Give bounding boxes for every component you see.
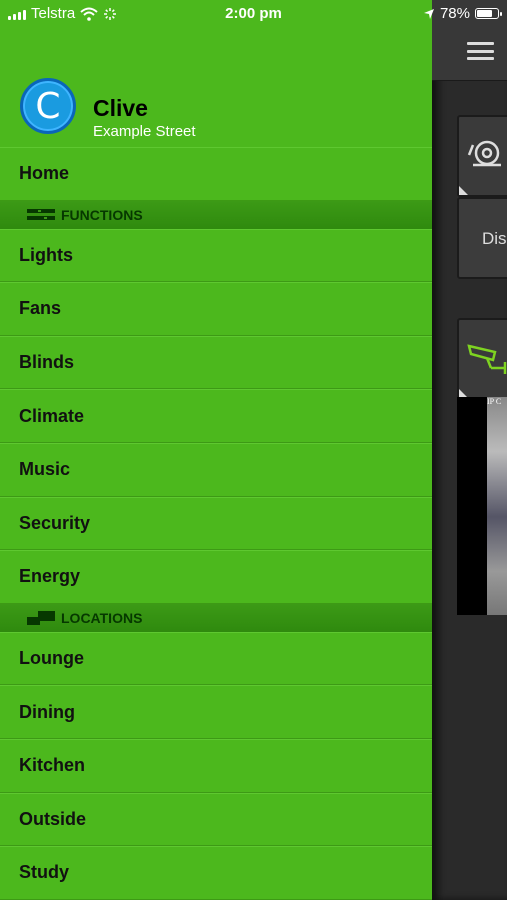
menu-item-dining[interactable]: Dining — [0, 685, 432, 739]
alarm-tile[interactable] — [457, 115, 507, 197]
menu-item-study[interactable]: Study — [0, 846, 432, 900]
camera-caption: IP C — [487, 397, 502, 406]
location-arrow-icon — [423, 8, 434, 19]
navigation-drawer: C Clive Example Street Home FUNCTIONS Li… — [0, 0, 432, 900]
battery-fill — [477, 10, 492, 17]
camera-image — [487, 397, 507, 615]
menu-item-home[interactable]: Home — [0, 147, 432, 201]
locations-icon — [26, 610, 56, 626]
menu-item-climate[interactable]: Climate — [0, 389, 432, 443]
menu-item-kitchen[interactable]: Kitchen — [0, 738, 432, 793]
main-panel: Dis IP C — [432, 0, 507, 900]
menu-item-fans[interactable]: Fans — [0, 282, 432, 336]
hamburger-menu-icon[interactable] — [467, 42, 494, 60]
menu-list: Home FUNCTIONS Lights Fans Blinds Climat… — [0, 147, 432, 900]
profile-name: Clive — [93, 95, 148, 121]
menu-item-blinds[interactable]: Blinds — [0, 335, 432, 390]
battery-percentage: 78% — [439, 5, 470, 22]
menu-item-security[interactable]: Security — [0, 496, 432, 551]
functions-icon — [26, 208, 56, 222]
profile-header[interactable]: C Clive Example Street — [0, 75, 432, 147]
menu-item-music[interactable]: Music — [0, 442, 432, 497]
battery-icon — [475, 8, 502, 19]
section-label: LOCATIONS — [61, 609, 143, 626]
disarm-tile[interactable]: Dis — [457, 197, 507, 279]
menu-item-lounge[interactable]: Lounge — [0, 631, 432, 686]
section-header-functions: FUNCTIONS — [0, 200, 432, 229]
section-label: FUNCTIONS — [61, 206, 143, 223]
security-camera-icon — [467, 344, 507, 374]
menu-item-lights[interactable]: Lights — [0, 228, 432, 283]
tile-label: Dis — [482, 229, 507, 248]
avatar[interactable]: C — [20, 78, 76, 134]
menu-item-outside[interactable]: Outside — [0, 792, 432, 847]
alarm-bell-icon — [467, 140, 501, 167]
status-bar: Telstra 2:00 pm 78% — [0, 0, 507, 28]
section-header-locations: LOCATIONS — [0, 603, 432, 632]
menu-item-energy[interactable]: Energy — [0, 550, 432, 604]
camera-feed[interactable]: IP C — [457, 397, 507, 615]
profile-address: Example Street — [93, 123, 196, 140]
tile-corner-indicator — [459, 186, 468, 195]
camera-tile[interactable] — [457, 318, 507, 400]
